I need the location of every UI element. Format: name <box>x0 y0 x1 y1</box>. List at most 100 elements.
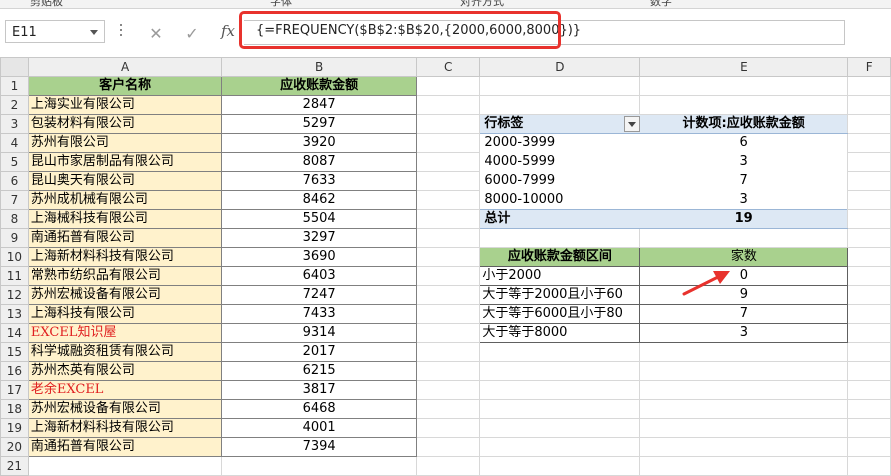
column-header[interactable]: F <box>847 57 891 77</box>
cell[interactable] <box>639 437 849 457</box>
amount-cell[interactable]: 8087 <box>221 152 417 172</box>
row-header[interactable]: 1 <box>0 76 29 96</box>
amount-cell[interactable]: 3817 <box>221 380 417 400</box>
cell[interactable] <box>479 95 641 115</box>
cell[interactable] <box>415 285 481 305</box>
cell[interactable] <box>415 209 481 229</box>
name-box[interactable]: E11 <box>5 20 105 43</box>
row-header[interactable]: 17 <box>0 380 29 400</box>
cell[interactable] <box>415 114 481 134</box>
amount-cell[interactable]: 6468 <box>221 399 417 419</box>
column-header[interactable]: A <box>27 57 223 77</box>
customer-name-cell[interactable]: 南通拓普有限公司 <box>27 437 223 457</box>
cell[interactable] <box>847 247 891 267</box>
cell[interactable] <box>639 456 849 476</box>
customer-name-cell[interactable]: EXCEL知识屋 <box>27 323 223 343</box>
cell[interactable] <box>847 456 891 476</box>
cell[interactable] <box>415 323 481 343</box>
amount-cell[interactable]: 4001 <box>221 418 417 438</box>
amount-header[interactable]: 应收账款金额 <box>221 76 417 96</box>
pivot-row-value[interactable]: 3 <box>640 153 848 172</box>
row-header[interactable]: 16 <box>0 361 29 381</box>
customer-name-cell[interactable]: 苏州成机械有限公司 <box>27 190 223 210</box>
row-header[interactable]: 2 <box>0 95 29 115</box>
amount-cell[interactable]: 7633 <box>221 171 417 191</box>
cell[interactable] <box>221 456 417 476</box>
amount-cell[interactable]: 2017 <box>221 342 417 362</box>
customer-name-cell[interactable]: 上海新材料科技有限公司 <box>27 247 223 267</box>
cell[interactable] <box>415 437 481 457</box>
customer-name-cell[interactable]: 昆山市家居制品有限公司 <box>27 152 223 172</box>
frequency-interval-cell[interactable]: 大于等于2000且小于60 <box>479 285 641 305</box>
cell[interactable] <box>847 95 891 115</box>
cell[interactable] <box>27 456 223 476</box>
amount-cell[interactable]: 6403 <box>221 266 417 286</box>
cell[interactable] <box>415 266 481 286</box>
row-header[interactable]: 19 <box>0 418 29 438</box>
row-header[interactable]: 13 <box>0 304 29 324</box>
amount-cell[interactable]: 7394 <box>221 437 417 457</box>
row-header[interactable]: 3 <box>0 114 29 134</box>
cell[interactable] <box>415 190 481 210</box>
amount-cell[interactable]: 9314 <box>221 323 417 343</box>
amount-cell[interactable]: 3920 <box>221 133 417 153</box>
frequency-count-cell[interactable]: 3 <box>639 323 849 343</box>
frequency-count-cell[interactable]: 7 <box>639 304 849 324</box>
row-header[interactable]: 11 <box>0 266 29 286</box>
customer-name-cell[interactable]: 常熟市纺织品有限公司 <box>27 266 223 286</box>
column-header[interactable]: B <box>221 57 417 77</box>
cell[interactable] <box>415 361 481 381</box>
cell[interactable] <box>479 418 641 438</box>
row-header[interactable]: 9 <box>0 228 29 248</box>
pivot-total-value[interactable]: 19 <box>639 209 848 229</box>
column-header[interactable]: C <box>415 57 481 77</box>
customer-name-cell[interactable]: 科学城融资租赁有限公司 <box>27 342 223 362</box>
select-all-corner[interactable] <box>0 57 29 77</box>
cell[interactable] <box>639 342 849 362</box>
customer-name-cell[interactable]: 老余EXCEL <box>27 380 223 400</box>
cell[interactable] <box>847 266 891 286</box>
frequency-count-cell[interactable]: 0 <box>639 266 849 286</box>
pivot-total-label[interactable]: 总计 <box>479 209 640 229</box>
cell[interactable] <box>415 228 481 248</box>
cell[interactable] <box>415 418 481 438</box>
cell[interactable] <box>479 437 641 457</box>
pivot-row-labels-header[interactable]: 行标签 <box>479 114 640 134</box>
cell[interactable] <box>847 209 891 229</box>
row-header[interactable]: 20 <box>0 437 29 457</box>
cell[interactable] <box>415 380 481 400</box>
row-header[interactable]: 8 <box>0 209 29 229</box>
customer-name-cell[interactable]: 上海实业有限公司 <box>27 95 223 115</box>
cell[interactable] <box>479 399 641 419</box>
amount-cell[interactable]: 8462 <box>221 190 417 210</box>
cell[interactable] <box>847 114 891 134</box>
cell[interactable] <box>847 190 891 210</box>
row-header[interactable]: 21 <box>0 456 29 476</box>
pivot-row-value[interactable]: 6 <box>640 134 848 153</box>
cell[interactable] <box>479 380 641 400</box>
cell[interactable] <box>639 380 849 400</box>
cell[interactable] <box>847 380 891 400</box>
pivot-row-label[interactable]: 6000-7999 <box>480 172 640 191</box>
chevron-down-icon[interactable] <box>90 30 98 35</box>
customer-name-cell[interactable]: 苏州宏械设备有限公司 <box>27 285 223 305</box>
cancel-icon[interactable]: ✕ <box>146 24 166 43</box>
insert-function-icon[interactable]: fx <box>218 22 238 40</box>
row-header[interactable]: 4 <box>0 133 29 153</box>
cell[interactable] <box>415 247 481 267</box>
cell[interactable] <box>415 76 481 96</box>
frequency-interval-cell[interactable]: 大于等于8000 <box>479 323 641 343</box>
pivot-row-value[interactable]: 3 <box>640 191 848 210</box>
cell[interactable] <box>479 76 641 96</box>
cell[interactable] <box>847 285 891 305</box>
frequency-interval-header[interactable]: 应收账款金额区间 <box>479 247 641 267</box>
column-header[interactable]: E <box>639 57 849 77</box>
cell[interactable] <box>415 456 481 476</box>
customer-name-cell[interactable]: 上海新材料科技有限公司 <box>27 418 223 438</box>
cell[interactable] <box>847 304 891 324</box>
amount-cell[interactable]: 5504 <box>221 209 417 229</box>
row-header[interactable]: 7 <box>0 190 29 210</box>
cell[interactable] <box>415 342 481 362</box>
frequency-interval-cell[interactable]: 小于2000 <box>479 266 641 286</box>
cell[interactable] <box>639 399 849 419</box>
